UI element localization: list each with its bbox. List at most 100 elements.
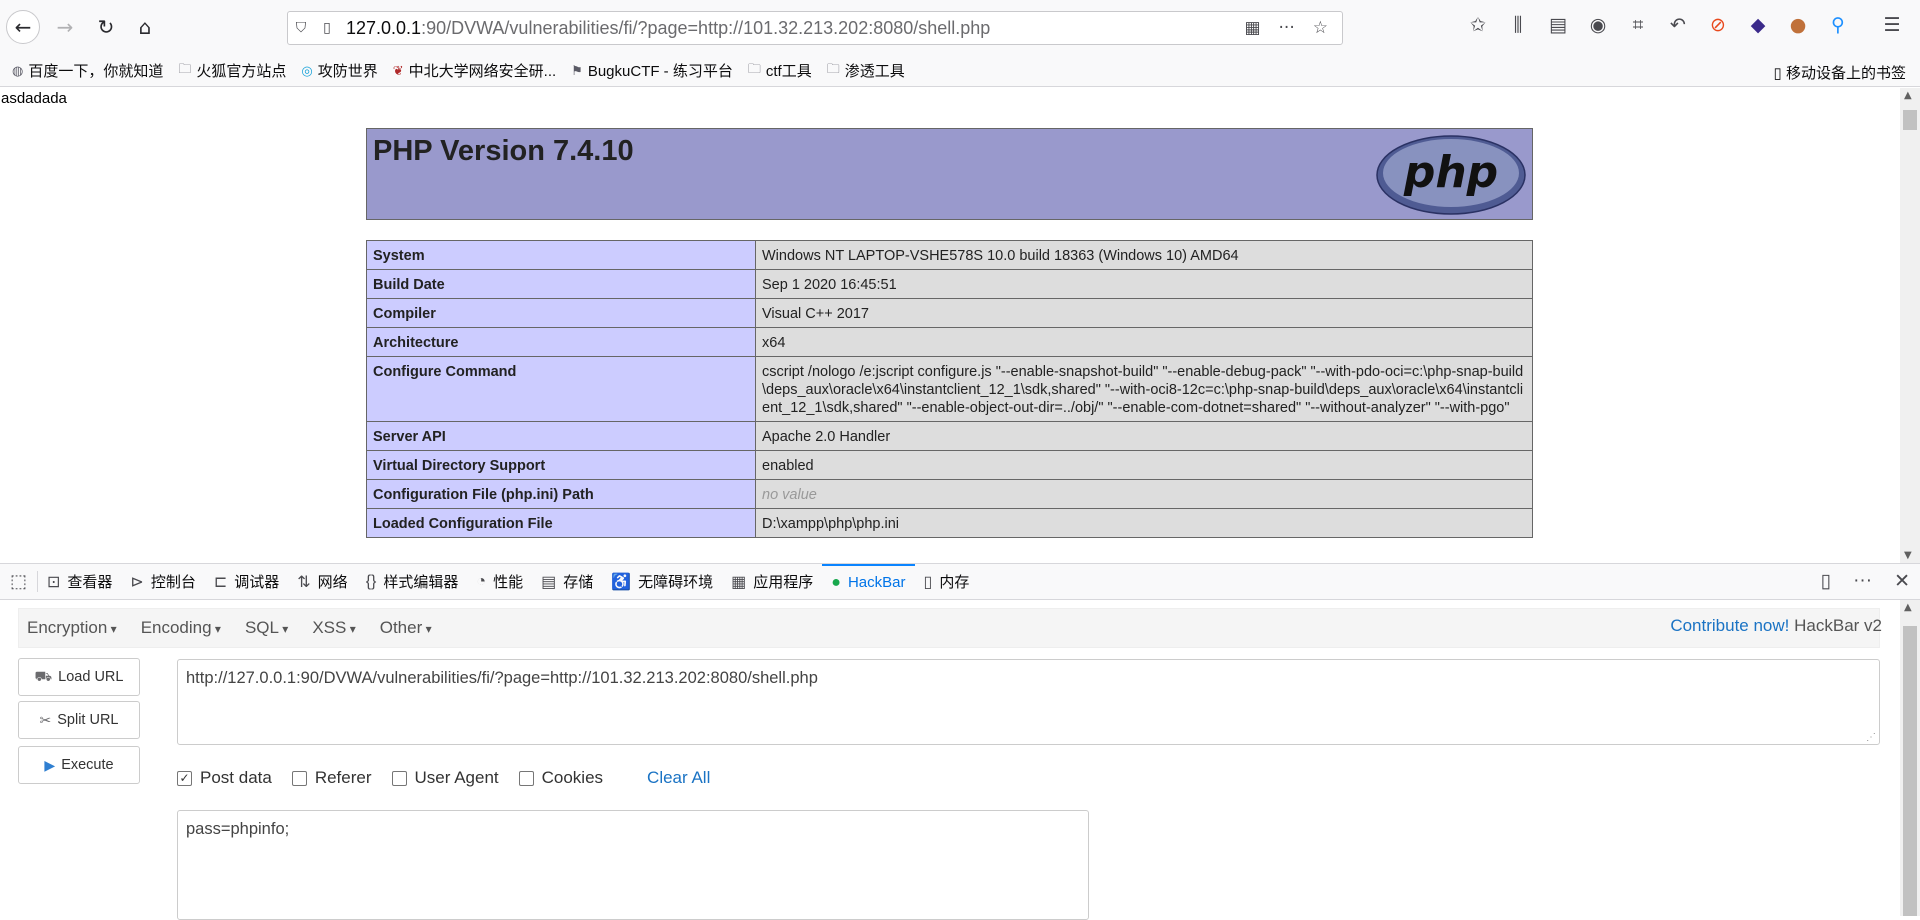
devtools-tab[interactable]: ⇅ 网络 (288, 564, 356, 600)
bookmark-item[interactable]: ⚑ BugkuCTF - 练习平台 (571, 60, 733, 81)
devtools-tab[interactable]: ⊏ 调试器 (205, 564, 288, 600)
devtools-more-icon[interactable]: ··· (1853, 570, 1872, 593)
php-info-key: Loaded Configuration File (366, 508, 756, 538)
hackbar-menu: Encryption Encoding SQL XSS Other (18, 608, 1880, 648)
devtools-tab[interactable]: ▦ 应用程序 (722, 564, 822, 600)
page-scrollbar-thumb[interactable] (1903, 110, 1917, 130)
php-info-row: Configuration File (php.ini) Path no valu… (366, 479, 1533, 509)
post-data-checkbox[interactable]: ✓ (177, 770, 192, 786)
close-devtools-icon[interactable]: ✕ (1894, 570, 1910, 593)
bookmark-item[interactable]: 🗀 渗透工具 (827, 60, 905, 82)
devtools-tab-label: 应用程序 (753, 574, 814, 591)
xss-menu[interactable]: XSS (312, 618, 355, 638)
location-extension-icon[interactable]: ⚲ (1826, 14, 1850, 36)
devtools-tab[interactable]: ⊳ 控制台 (121, 564, 204, 600)
sidebar-icon[interactable]: ▤ (1546, 14, 1570, 36)
devtools-tab[interactable]: ◔ 性能 (467, 564, 532, 600)
cookie-extension-icon[interactable]: ● (1786, 14, 1810, 36)
undo-icon[interactable]: ↶ (1666, 14, 1690, 36)
user-agent-checkbox[interactable] (391, 770, 407, 786)
clear-all-link[interactable]: Clear All (647, 768, 710, 788)
devtools-tab[interactable]: {} 样式编辑器 (357, 564, 468, 600)
back-button[interactable]: ← (6, 10, 40, 44)
post-data-textarea[interactable]: pass=phpinfo; (177, 810, 1089, 920)
cookies-checkbox[interactable] (518, 770, 534, 786)
devtools-tab[interactable]: ● HackBar (822, 563, 915, 600)
page-scrollbar[interactable]: ▲ ▼ (1900, 88, 1920, 563)
globe-icon: ◍ (12, 62, 24, 78)
reload-button[interactable]: ↻ (89, 10, 123, 44)
qr-code-icon[interactable]: ▦ (1244, 18, 1260, 38)
bookmark-item[interactable]: ◎ 攻防世界 (301, 60, 377, 81)
split-url-button[interactable]: ✂ Split URL (18, 701, 140, 739)
devtools-tab[interactable]: ⊡ 查看器 (38, 564, 121, 600)
resize-grip-icon[interactable]: ⋰ (1866, 732, 1876, 743)
forward-button[interactable]: → (48, 10, 82, 44)
encryption-menu[interactable]: Encryption (27, 618, 117, 638)
php-info-value: Visual C++ 2017 (755, 298, 1533, 328)
mobile-icon: ▯ (1773, 65, 1782, 82)
reading-list-icon[interactable]: ✩ (1466, 14, 1490, 36)
account-icon[interactable]: ◉ (1586, 14, 1610, 36)
sql-menu[interactable]: SQL (245, 618, 288, 638)
bookmark-item[interactable]: 🗀 ctf工具 (748, 60, 812, 82)
devtools-tab[interactable]: ♿ 无障碍环境 (602, 564, 722, 600)
screenshot-icon[interactable]: ⌗ (1626, 14, 1650, 36)
address-bar[interactable]: ⛉ ▯ 127.0.0.1:90/DVWA/vulnerabilities/fi… (287, 11, 1343, 45)
php-info-row: System Windows NT LAPTOP-VSHE578S 10.0 bu… (366, 240, 1533, 270)
bookmark-star-icon[interactable]: ☆ (1313, 18, 1328, 38)
cookies-option[interactable]: Cookies (518, 768, 603, 788)
library-icon[interactable]: ⫼ (1506, 14, 1530, 36)
dock-options-icon[interactable]: ▯ (1821, 570, 1831, 593)
user-agent-option[interactable]: User Agent (391, 768, 499, 788)
browser-toolbar: ← → ↻ ⌂ ⛉ ▯ 127.0.0.1:90/DVWA/vulnerabil… (0, 0, 1920, 55)
element-picker-icon[interactable]: ⬚ (0, 571, 38, 592)
page-info-icon[interactable]: ▯ (314, 20, 340, 36)
address-text[interactable]: 127.0.0.1:90/DVWA/vulnerabilities/fi/?pa… (340, 18, 1244, 39)
devtools-tab[interactable]: ▤ 存储 (532, 564, 602, 600)
php-info-key: Architecture (366, 327, 756, 357)
site-icon: ❦ (392, 62, 404, 78)
encoding-menu[interactable]: Encoding (141, 618, 221, 638)
post-data-option[interactable]: ✓ Post data (177, 768, 272, 788)
extension-diamond-icon[interactable]: ◆ (1746, 14, 1770, 36)
scissors-icon: ✂ (39, 711, 52, 728)
post-data-value: pass=phpinfo; (186, 820, 290, 838)
mobile-bookmarks[interactable]: ▯ 移动设备上的书签 (1774, 62, 1906, 83)
hamburger-menu-icon[interactable]: ☰ (1880, 14, 1904, 36)
shield-icon[interactable]: ⛉ (288, 20, 314, 36)
user-agent-label: User Agent (414, 768, 499, 787)
referer-checkbox[interactable] (291, 770, 307, 786)
url-textarea[interactable]: http://127.0.0.1:90/DVWA/vulnerabilities… (177, 659, 1880, 745)
devtools-tab-label: 存储 (563, 574, 594, 591)
devtools-scroll-up-icon[interactable]: ▲ (1904, 602, 1912, 613)
other-menu[interactable]: Other (380, 618, 432, 638)
flag-icon: ⚑ (571, 62, 583, 78)
load-url-button[interactable]: ⛟ Load URL (18, 658, 140, 696)
php-version-header: PHP Version 7.4.10 php (366, 128, 1533, 220)
scroll-up-arrow-icon[interactable]: ▲ (1904, 90, 1912, 101)
referer-option[interactable]: Referer (291, 768, 372, 788)
php-info-key: Configuration File (php.ini) Path (366, 479, 756, 509)
execute-button[interactable]: ▶ Execute (18, 746, 140, 784)
php-info-value: x64 (755, 327, 1533, 357)
php-info-key: Virtual Directory Support (366, 450, 756, 480)
bookmark-item[interactable]: ◍ 百度一下，你就知道 (12, 60, 163, 81)
referer-label: Referer (314, 768, 372, 787)
bookmark-item[interactable]: ❦ 中北大学网络安全研... (393, 60, 556, 81)
bookmarks-bar: ◍ 百度一下，你就知道 🗀 火狐官方站点 ◎ 攻防世界 ❦ 中北大学网络安全研... ⚑… (0, 55, 1920, 87)
devtools-tab[interactable]: ▯ 内存 (915, 564, 979, 600)
devtools-scrollbar-thumb[interactable] (1903, 626, 1917, 916)
hackbar-options: ✓ Post data Referer User Agent Cookies Cl… (177, 768, 710, 788)
blocker-extension-icon[interactable]: ⊘ (1706, 14, 1730, 36)
bookmark-item[interactable]: 🗀 火狐官方站点 (178, 60, 286, 82)
contribute-link[interactable]: Contribute now! (1670, 616, 1789, 635)
folder-icon: 🗀 (178, 60, 192, 76)
split-url-label: Split URL (57, 712, 119, 728)
devtools-scrollbar[interactable]: ▲ (1900, 600, 1920, 916)
site-icon: ◎ (301, 62, 313, 78)
page-actions-icon[interactable]: ··· (1279, 18, 1295, 38)
home-button[interactable]: ⌂ (128, 10, 162, 44)
devtools-tab-label: 内存 (939, 574, 970, 591)
scroll-down-arrow-icon[interactable]: ▼ (1904, 550, 1912, 561)
